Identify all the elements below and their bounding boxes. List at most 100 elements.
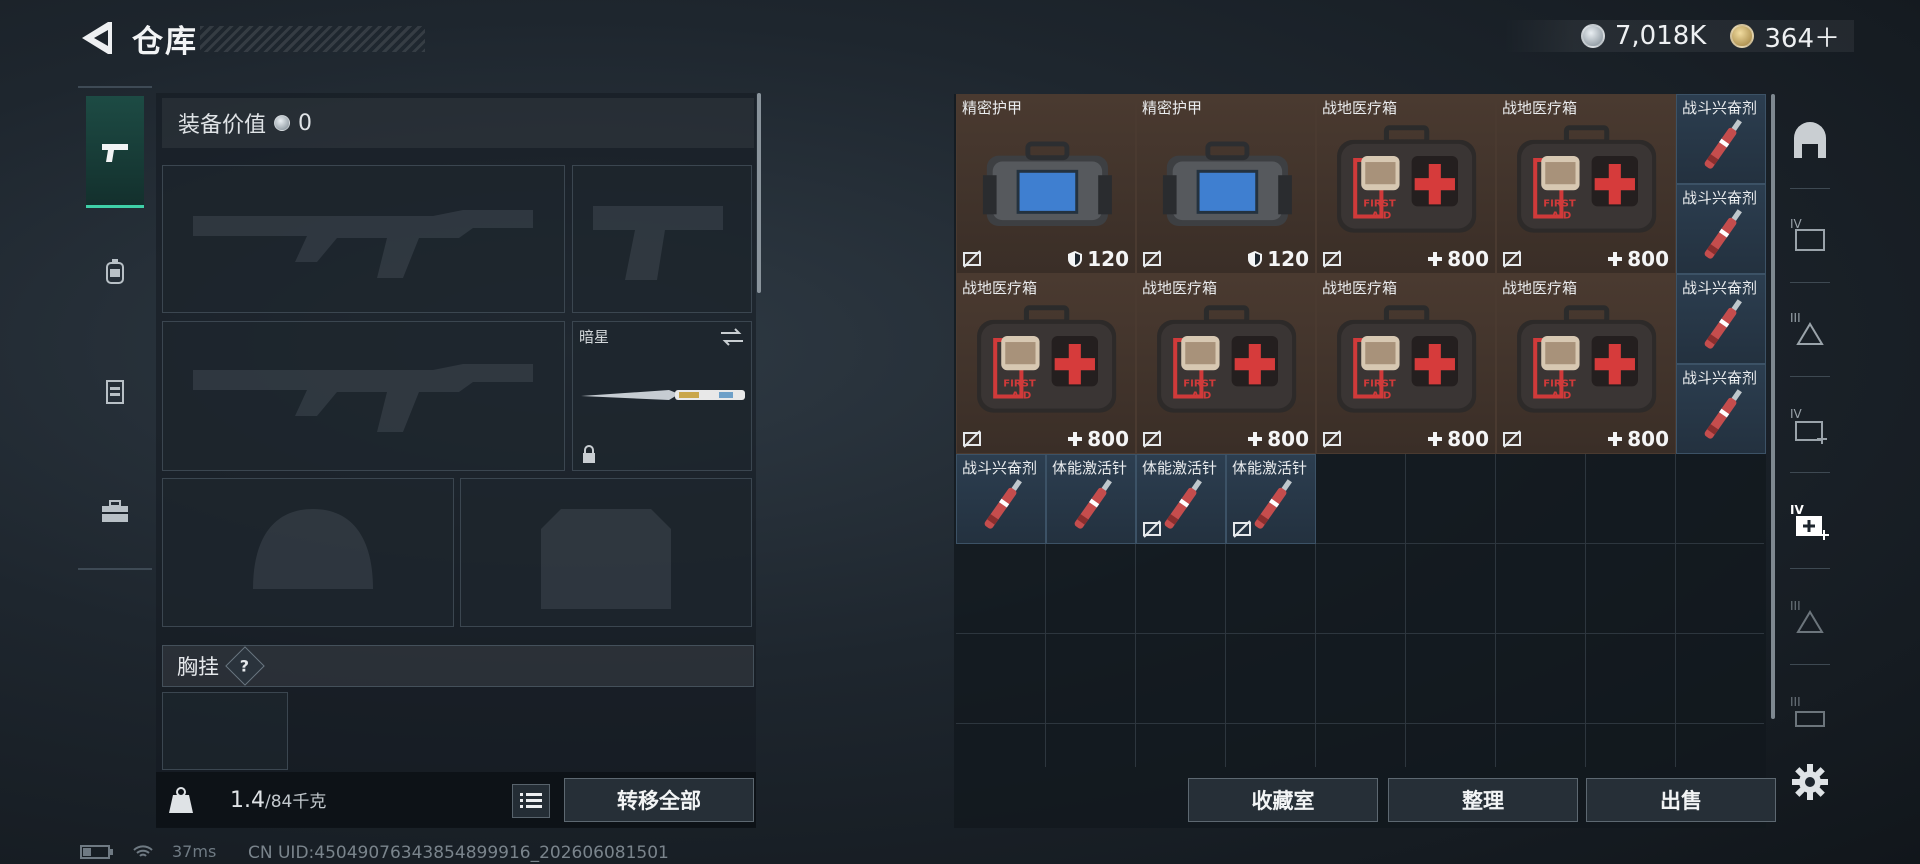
chest-rig-slot[interactable] bbox=[162, 692, 288, 770]
sell-button[interactable]: 出售 bbox=[1586, 778, 1776, 822]
svg-text:III: III bbox=[1790, 311, 1801, 325]
list-icon bbox=[520, 793, 542, 808]
sort-button[interactable]: 整理 bbox=[1388, 778, 1578, 822]
swap-icon[interactable] bbox=[719, 326, 745, 348]
storage-scrollbar[interactable] bbox=[1771, 94, 1775, 719]
body-armor-slot[interactable] bbox=[460, 478, 752, 627]
svg-text:IV: IV bbox=[1790, 407, 1803, 421]
storage-item-stim[interactable]: 战斗兴奋剂 bbox=[1676, 184, 1766, 274]
weight-readout: 1.4/84千克 bbox=[230, 787, 326, 813]
item-value: 800 bbox=[1427, 247, 1489, 271]
storage-item-stim[interactable]: 战斗兴奋剂 bbox=[1676, 94, 1766, 184]
item-name: 战斗兴奋剂 bbox=[962, 459, 1038, 477]
storage-tab-iii-b-icon[interactable]: III bbox=[1788, 596, 1832, 640]
loadout-scrollbar[interactable] bbox=[757, 93, 761, 293]
sidearm-slot[interactable] bbox=[572, 165, 752, 313]
first-aid-kit-icon: FIRST AID bbox=[1337, 125, 1477, 233]
svg-text:FIRST: FIRST bbox=[1544, 199, 1577, 210]
tab-backpack[interactable] bbox=[86, 216, 144, 328]
no-trade-icon bbox=[1503, 250, 1521, 268]
item-name: 战地医疗箱 bbox=[1502, 279, 1578, 297]
storage-item-medkit[interactable]: FIRST AID 战地医疗箱 800 bbox=[1316, 274, 1496, 454]
item-value: 120 bbox=[1247, 247, 1309, 271]
svg-text:III: III bbox=[1790, 599, 1801, 613]
storage-item-stim[interactable]: 战斗兴奋剂 bbox=[1676, 364, 1766, 454]
storage-tab-iv-active-icon[interactable]: IV bbox=[1788, 500, 1832, 544]
storage-item-stim[interactable]: 战斗兴奋剂 bbox=[1676, 274, 1766, 364]
no-trade-icon bbox=[1143, 250, 1161, 268]
item-name: 战地医疗箱 bbox=[1322, 279, 1398, 297]
list-view-button[interactable] bbox=[512, 784, 550, 818]
storage-item-stim[interactable]: 体能激活针 bbox=[1136, 454, 1226, 544]
weight-max: /84千克 bbox=[265, 792, 327, 812]
helmet-slot[interactable] bbox=[162, 478, 454, 627]
backpack-icon bbox=[106, 259, 124, 284]
tab-weapons[interactable] bbox=[86, 96, 144, 208]
back-arrow-icon bbox=[82, 22, 112, 54]
no-trade-icon bbox=[963, 430, 981, 448]
item-name: 体能激活针 bbox=[1052, 459, 1128, 477]
svg-text:FIRST: FIRST bbox=[1364, 379, 1397, 390]
item-value: 120 bbox=[1067, 247, 1129, 271]
svg-text:AID: AID bbox=[1552, 211, 1572, 222]
tab-armor[interactable] bbox=[86, 336, 144, 448]
heal-value-icon bbox=[1248, 432, 1263, 446]
storage-item-stim[interactable]: 战斗兴奋剂 bbox=[956, 454, 1046, 544]
item-name: 战地医疗箱 bbox=[1142, 279, 1218, 297]
weight-icon bbox=[156, 772, 206, 828]
back-button[interactable] bbox=[78, 18, 114, 58]
storage-item-medkit[interactable]: FIRST AID 战地医疗箱 800 bbox=[1136, 274, 1316, 454]
melee-slot[interactable]: 暗星 bbox=[572, 321, 752, 471]
loadout-tabs bbox=[78, 86, 152, 570]
svg-text:FIRST: FIRST bbox=[1544, 379, 1577, 390]
no-trade-icon bbox=[1323, 430, 1341, 448]
svg-text:AID: AID bbox=[1372, 391, 1392, 402]
tab-case[interactable] bbox=[86, 456, 144, 568]
help-label: ? bbox=[240, 656, 250, 676]
pistol-icon bbox=[102, 143, 128, 162]
item-value-number: 800 bbox=[1447, 247, 1489, 271]
armor-silhouette-icon bbox=[541, 509, 671, 609]
svg-text:IV: IV bbox=[1790, 503, 1804, 517]
storage-item-medkit[interactable]: FIRST AID 战地医疗箱 800 bbox=[956, 274, 1136, 454]
gold-amount[interactable]: 364＋ bbox=[1764, 18, 1840, 55]
storage-item-armor[interactable]: 精密护甲 120 bbox=[1136, 94, 1316, 274]
storage-main-icon[interactable] bbox=[1788, 120, 1832, 164]
storage-item-stim[interactable]: 体能激活针 bbox=[1226, 454, 1316, 544]
storage-tab-iv-med-icon[interactable]: IV bbox=[1788, 404, 1832, 448]
item-value-number: 800 bbox=[1627, 247, 1669, 271]
item-value-number: 800 bbox=[1267, 427, 1309, 451]
transfer-all-button[interactable]: 转移全部 bbox=[564, 778, 754, 822]
weight-current: 1.4 bbox=[230, 788, 265, 813]
silver-coin-icon bbox=[1580, 24, 1605, 48]
heal-value-icon bbox=[1428, 432, 1443, 446]
collection-button[interactable]: 收藏室 bbox=[1188, 778, 1378, 822]
settings-gear-icon[interactable] bbox=[1790, 762, 1830, 802]
loadout-footer: 1.4/84千克 转移全部 bbox=[156, 772, 756, 828]
item-value: 800 bbox=[1067, 427, 1129, 451]
equipment-value: 装备价值 0 bbox=[162, 98, 754, 148]
item-value: 800 bbox=[1247, 427, 1309, 451]
storage-item-medkit[interactable]: FIRST AID 战地医疗箱 800 bbox=[1496, 274, 1676, 454]
injector-icon bbox=[984, 479, 1022, 529]
vest-icon bbox=[106, 380, 124, 404]
secondary-weapon-slot[interactable] bbox=[162, 321, 565, 471]
armor-case-icon bbox=[982, 141, 1112, 227]
primary-weapon-slot[interactable] bbox=[162, 165, 565, 313]
armor-value-icon bbox=[1248, 251, 1263, 267]
storage-tab-iv-icon[interactable]: IV bbox=[1788, 214, 1832, 258]
storage-item-medkit[interactable]: FIRST AID 战地医疗箱 800 bbox=[1316, 94, 1496, 274]
storage-tab-iii-icon[interactable]: III bbox=[1788, 308, 1832, 352]
storage-tab-iii-c-icon[interactable]: III bbox=[1788, 692, 1832, 736]
svg-text:AID: AID bbox=[1192, 391, 1212, 402]
storage-item-armor[interactable]: 精密护甲 120 bbox=[956, 94, 1136, 274]
heal-value-icon bbox=[1068, 432, 1083, 446]
gold-coin-icon bbox=[1730, 24, 1755, 48]
storage-item-medkit[interactable]: FIRST AID 战地医疗箱 800 bbox=[1496, 94, 1676, 274]
melee-name: 暗星 bbox=[579, 328, 610, 346]
storage-item-stim[interactable]: 体能激活针 bbox=[1046, 454, 1136, 544]
help-button[interactable]: ? bbox=[225, 646, 265, 686]
no-trade-icon bbox=[1323, 250, 1341, 268]
armor-value-icon bbox=[1068, 251, 1083, 267]
currency-bar: 7,018K 364＋ bbox=[1504, 18, 1854, 55]
